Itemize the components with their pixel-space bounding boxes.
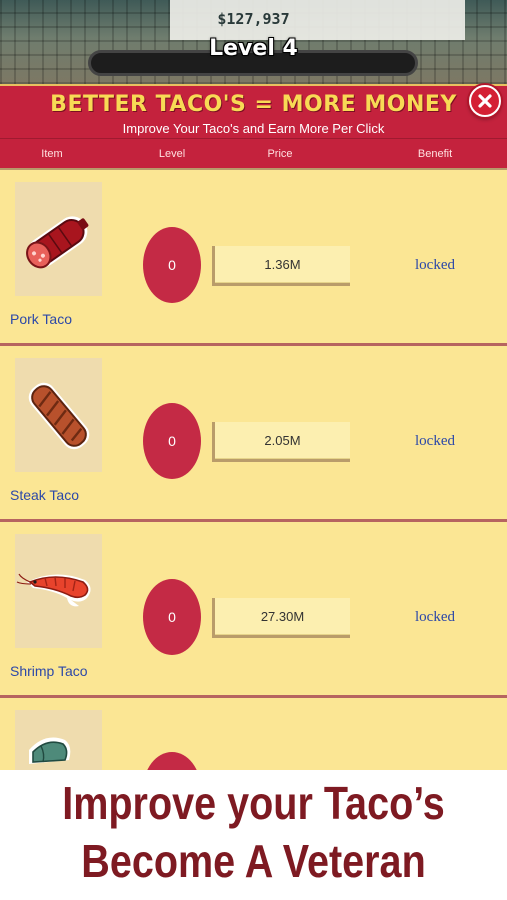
- benefit-status: locked: [415, 433, 455, 449]
- fish-icon: [29, 737, 71, 764]
- steak-icon: [28, 382, 90, 450]
- level-badge: 0: [143, 403, 201, 479]
- level-badge: [143, 752, 201, 770]
- column-header-level: Level: [158, 148, 186, 160]
- column-header-price: Price: [267, 148, 293, 160]
- item-name[interactable]: Shrimp Taco: [10, 663, 88, 679]
- level-badge: 0: [143, 227, 201, 303]
- price-button[interactable]: 27.30M: [212, 598, 350, 638]
- benefit-status: locked: [415, 609, 455, 625]
- price-button[interactable]: 1.36M: [212, 246, 350, 286]
- salami-icon: [26, 216, 89, 269]
- promo-banner: Improve your Taco’s Become A Veteran: [0, 770, 507, 900]
- level-badge: 0: [143, 579, 201, 655]
- game-background: $127,937 Level 4: [0, 0, 507, 84]
- item-name[interactable]: Steak Taco: [10, 487, 79, 503]
- upgrade-dialog-header: BETTER TACO'S = MORE MONEY Improve Your …: [0, 84, 507, 138]
- money-counter: $127,937: [217, 10, 290, 28]
- promo-line-2: Become A Veteran: [81, 835, 426, 887]
- close-x-icon: [478, 94, 492, 108]
- column-header-item: Item: [41, 148, 63, 160]
- item-thumbnail: [15, 182, 102, 296]
- shrimp-icon: [16, 573, 91, 607]
- level-label: Level 4: [209, 36, 298, 61]
- item-thumbnail: [15, 710, 102, 770]
- close-button[interactable]: [469, 85, 501, 117]
- upgrade-row-steak-taco: Steak Taco 0 2.05M locked: [0, 346, 507, 522]
- dialog-title: BETTER TACO'S = MORE MONEY: [50, 92, 457, 117]
- dialog-subtitle: Improve Your Taco's and Earn More Per Cl…: [122, 121, 385, 136]
- upgrade-list[interactable]: Pork Taco 0 1.36M locked Steak Taco 0 2.…: [0, 170, 507, 770]
- column-header-row: Item Level Price Benefit: [0, 138, 507, 170]
- benefit-status: locked: [415, 257, 455, 273]
- column-header-benefit: Benefit: [417, 148, 453, 160]
- item-thumbnail: [15, 534, 102, 648]
- promo-line-1: Improve your Taco’s: [62, 777, 445, 829]
- item-thumbnail: [15, 358, 102, 472]
- price-button[interactable]: 2.05M: [212, 422, 350, 462]
- item-name[interactable]: Pork Taco: [10, 311, 72, 327]
- upgrade-row-partial: [0, 698, 507, 770]
- upgrade-row-pork-taco: Pork Taco 0 1.36M locked: [0, 170, 507, 346]
- upgrade-row-shrimp-taco: Shrimp Taco 0 27.30M locked: [0, 522, 507, 698]
